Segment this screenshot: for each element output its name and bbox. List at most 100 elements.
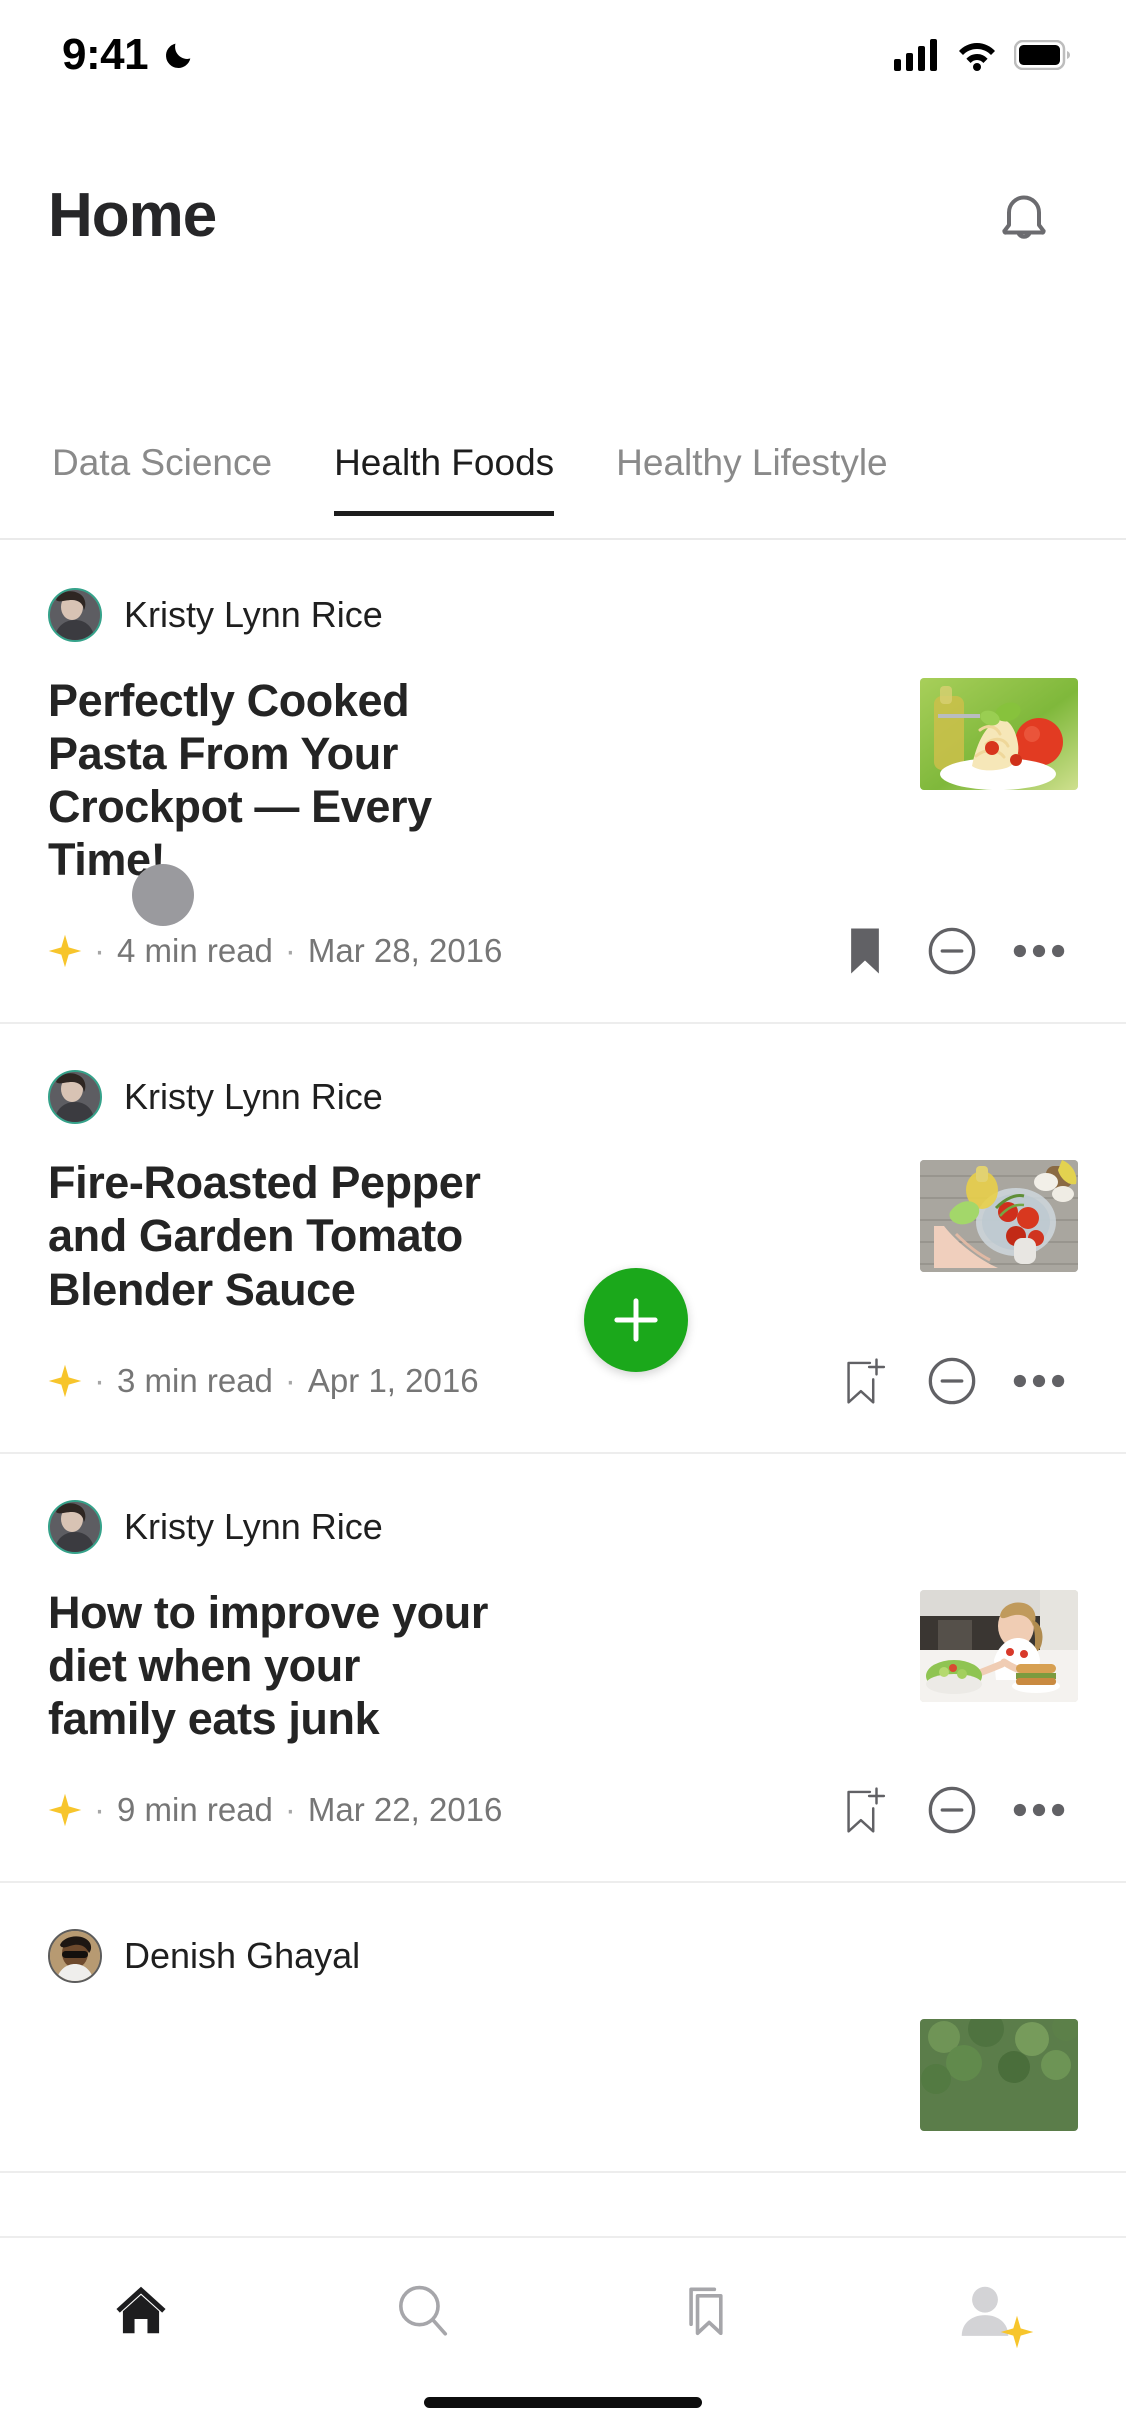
tab-label: Healthy Lifestyle <box>616 442 888 483</box>
avatar-image <box>50 1072 100 1123</box>
nav-item-library[interactable] <box>563 2264 845 2356</box>
meta-separator: · <box>284 932 296 970</box>
publish-date: Apr 1, 2016 <box>307 1361 479 1399</box>
tab-label: Health Foods <box>334 442 555 483</box>
card-text: Fire-Roasted Pepper and Garden Tomato Bl… <box>48 1156 892 1315</box>
author-row[interactable]: Denish Ghayal <box>48 1928 1078 1983</box>
publish-date: Mar 28, 2016 <box>307 932 503 970</box>
article-actions <box>826 920 1078 982</box>
blender-thumbnail-image <box>920 1160 1078 1273</box>
nav-item-home[interactable] <box>0 2264 282 2356</box>
avatar[interactable] <box>48 588 102 642</box>
article-meta: · 3 min read · Apr 1, 2016 <box>48 1362 479 1400</box>
tab-label: Data Science <box>52 442 273 483</box>
author-row[interactable]: Kristy Lynn Rice <box>48 1070 1078 1125</box>
plus-icon <box>614 1298 658 1342</box>
bell-icon <box>1002 195 1046 239</box>
greens-thumbnail-image <box>920 2018 1078 2131</box>
article-card[interactable]: Denish Ghayal <box>0 1883 1126 2173</box>
hide-story-button[interactable] <box>904 920 1000 982</box>
read-time: 3 min read <box>117 1361 273 1399</box>
home-indicator <box>424 2397 702 2408</box>
wifi-icon <box>959 43 995 71</box>
article-title[interactable]: Perfectly Cooked Pasta From Your Crockpo… <box>48 674 498 886</box>
card-body: Perfectly Cooked Pasta From Your Crockpo… <box>48 674 1078 886</box>
article-meta-row: · 3 min read · Apr 1, 2016 <box>48 1350 1078 1412</box>
minus-circle-icon <box>928 1357 976 1404</box>
article-card[interactable]: Kristy Lynn Rice How to improve your die… <box>0 1454 1126 1883</box>
avatar-image <box>50 590 100 640</box>
page-title: Home <box>48 180 217 250</box>
article-card[interactable]: Kristy Lynn Rice Perfectly Cooked Pasta … <box>0 542 1126 1025</box>
avatar[interactable] <box>48 1499 102 1554</box>
bookmark-button[interactable] <box>826 1350 904 1412</box>
bookmarks-icon <box>689 2287 723 2336</box>
profile-avatar <box>954 2279 1034 2349</box>
card-body <box>48 2015 1078 2131</box>
meta-separator: · <box>284 1361 296 1399</box>
app-screen: 9:41 Home Data Science Health Foods Heal… <box>0 0 1126 2436</box>
status-bar-clock: 9:41 <box>62 30 149 79</box>
avatar-image <box>50 1930 100 1981</box>
battery-full-icon <box>1014 40 1070 70</box>
bookmark-add-icon <box>847 1787 886 1833</box>
minus-circle-icon <box>928 928 976 975</box>
article-thumbnail[interactable] <box>920 1589 1078 1702</box>
author-row[interactable]: Kristy Lynn Rice <box>48 1499 1078 1554</box>
member-star-icon <box>48 1364 82 1397</box>
article-actions <box>826 1350 1078 1412</box>
article-thumbnail[interactable] <box>920 1160 1078 1273</box>
article-title[interactable]: How to improve your diet when your famil… <box>48 1586 498 1745</box>
card-text: How to improve your diet when your famil… <box>48 1586 892 1745</box>
hide-story-button[interactable] <box>904 1779 1000 1841</box>
create-story-fab[interactable] <box>584 1268 688 1372</box>
article-thumbnail[interactable] <box>920 678 1078 790</box>
status-bar: 9:41 <box>0 0 1126 110</box>
touch-pointer-indicator <box>132 864 194 926</box>
article-title[interactable]: Fire-Roasted Pepper and Garden Tomato Bl… <box>48 1156 498 1315</box>
meta-separator: · <box>94 1790 105 1828</box>
article-thumbnail[interactable] <box>920 2018 1078 2131</box>
author-name: Denish Ghayal <box>124 1934 361 1976</box>
tab-data-science[interactable]: Data Science <box>52 420 272 514</box>
status-bar-right <box>894 39 1070 71</box>
author-name: Kristy Lynn Rice <box>124 1505 383 1547</box>
nav-item-profile[interactable] <box>845 2264 1126 2356</box>
crescent-moon-icon <box>166 43 191 68</box>
home-filled-icon <box>116 2286 166 2334</box>
bookmark-filled-icon <box>851 928 879 974</box>
avatar-image <box>50 1501 100 1552</box>
more-horizontal-icon <box>1013 945 1065 958</box>
bookmark-add-icon <box>847 1358 886 1404</box>
meta-separator: · <box>94 1361 105 1399</box>
article-meta-row: · 4 min read · Mar 28, 2016 <box>48 920 1078 982</box>
bottom-navigation-bar <box>0 2236 1126 2436</box>
status-bar-left: 9:41 <box>62 30 196 80</box>
article-actions <box>826 1779 1078 1841</box>
more-options-button[interactable] <box>1000 1779 1078 1841</box>
more-options-button[interactable] <box>1000 920 1078 982</box>
nav-item-search[interactable] <box>282 2264 564 2356</box>
card-body: How to improve your diet when your famil… <box>48 1586 1078 1745</box>
member-star-icon <box>48 935 82 968</box>
hide-story-button[interactable] <box>904 1350 1000 1412</box>
avatar[interactable] <box>48 1928 102 1983</box>
article-feed[interactable]: Kristy Lynn Rice Perfectly Cooked Pasta … <box>0 542 1126 2382</box>
meta-separator: · <box>94 932 105 970</box>
category-tabs: Data Science Health Foods Healthy Lifest… <box>0 420 1126 540</box>
read-time: 9 min read <box>117 1790 273 1828</box>
article-meta: · 9 min read · Mar 22, 2016 <box>48 1791 502 1829</box>
more-options-button[interactable] <box>1000 1350 1078 1412</box>
avatar[interactable] <box>48 1070 102 1125</box>
notifications-button[interactable] <box>988 179 1060 251</box>
more-horizontal-icon <box>1013 1803 1065 1817</box>
app-header: Home <box>0 140 1126 290</box>
member-star-icon <box>48 1793 82 1827</box>
bookmark-button[interactable] <box>826 1779 904 1841</box>
article-card[interactable]: Kristy Lynn Rice Fire-Roasted Pepper and… <box>0 1024 1126 1454</box>
tab-health-foods[interactable]: Health Foods <box>334 420 555 516</box>
author-row[interactable]: Kristy Lynn Rice <box>48 588 1078 642</box>
tab-healthy-lifestyle[interactable]: Healthy Lifestyle <box>616 420 887 514</box>
author-name: Kristy Lynn Rice <box>124 1076 383 1118</box>
bookmark-button[interactable] <box>826 920 904 982</box>
